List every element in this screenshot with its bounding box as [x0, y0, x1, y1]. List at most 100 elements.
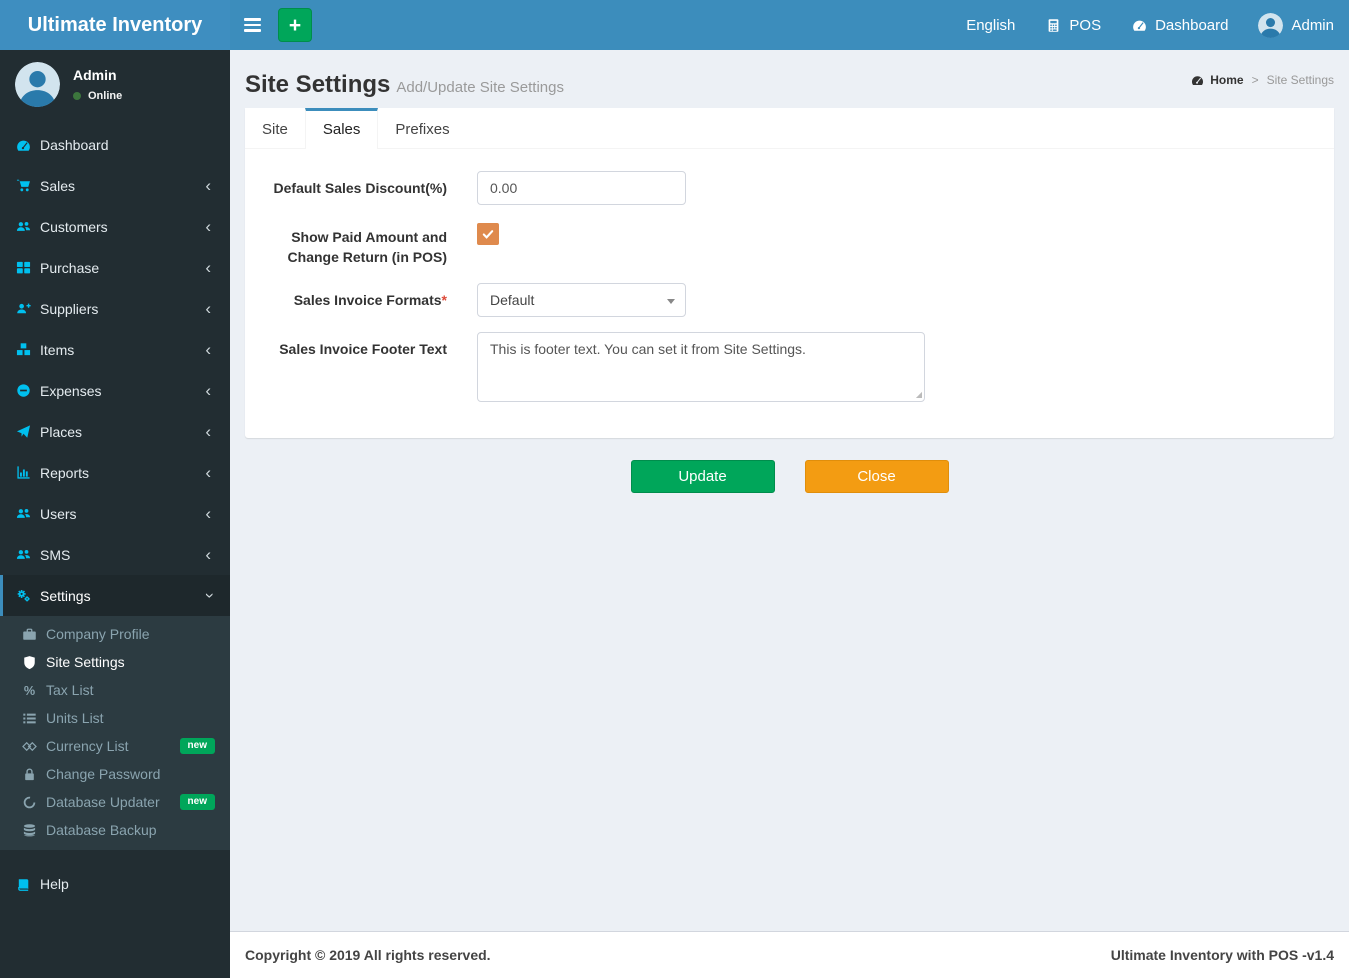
sales-tab-panel: Default Sales Discount(%) Show Paid Amou… [245, 149, 1334, 438]
sidebar-item-label: Users [40, 505, 77, 522]
navbar-item-admin[interactable]: Admin [1243, 0, 1349, 50]
sidebar-subitem-site-settings[interactable]: Site Settings [0, 648, 230, 676]
speedometer-icon [15, 138, 31, 153]
sidebar-item-label: Expenses [40, 382, 102, 399]
shield-icon [21, 655, 37, 670]
sidebar-item-settings[interactable]: Settings ‹ [0, 575, 230, 616]
tab-sales[interactable]: Sales [304, 108, 379, 149]
footer-text-label: Sales Invoice Footer Text [279, 340, 447, 357]
sidebar-item-items[interactable]: Items ‹ [0, 329, 230, 370]
navbar-item-dashboard[interactable]: Dashboard [1116, 0, 1243, 50]
content-header: Site Settings Add/Update Site Settings Ho… [230, 50, 1349, 100]
speedometer-icon [1131, 18, 1147, 33]
svg-text:%: % [23, 683, 34, 697]
database-icon [21, 823, 37, 838]
sidebar-subitem-label: Site Settings [46, 654, 125, 670]
sidebar-subitem-currency-list[interactable]: Currency List new [0, 732, 230, 760]
footer-text-textarea[interactable]: This is footer text. You can set it from… [477, 331, 925, 402]
breadcrumb-home-label: Home [1210, 73, 1244, 87]
sidebar-subitem-company-profile[interactable]: Company Profile [0, 620, 230, 648]
tab-site[interactable]: Site [245, 108, 305, 148]
sidebar-subitem-database-updater[interactable]: Database Updater new [0, 788, 230, 816]
sidebar-subitem-units-list[interactable]: Units List [0, 704, 230, 732]
sidebar-item-expenses[interactable]: Expenses ‹ [0, 370, 230, 411]
navbar: + English POS Dashboard Admin [230, 0, 1349, 50]
new-badge: new [179, 794, 215, 810]
sidebar-subitem-change-password[interactable]: Change Password [0, 760, 230, 788]
sidebar: Admin Online Dashboard Sales ‹ Customers ‹ Pu… [0, 50, 230, 978]
sidebar-toggle-button[interactable] [230, 0, 274, 50]
cubes-icon [15, 342, 31, 357]
paid-amount-checkbox[interactable] [477, 223, 499, 245]
sidebar-subitem-database-backup[interactable]: Database Backup [0, 816, 230, 844]
invoice-format-selected-value: Default [490, 291, 535, 308]
online-status-label: Online [88, 90, 123, 102]
users-icon [15, 547, 31, 562]
sidebar-item-help[interactable]: Help [0, 864, 230, 904]
invoice-format-select[interactable]: Default [477, 282, 686, 317]
new-badge: new [179, 738, 215, 754]
breadcrumb-separator: > [1251, 73, 1259, 87]
sidebar-item-users[interactable]: Users ‹ [0, 493, 230, 534]
form-row-paid-amount: Show Paid Amount and Change Return (in P… [245, 220, 1334, 268]
content-area: Site Settings Add/Update Site Settings Ho… [230, 50, 1349, 931]
user-panel: Admin Online [0, 50, 230, 117]
sidebar-item-label: SMS [40, 546, 71, 563]
copyright-text: Copyright © 2019 All rights reserved. [245, 947, 491, 963]
sidebar-item-customers[interactable]: Customers ‹ [0, 206, 230, 247]
version-text: Ultimate Inventory with POS -v1.4 [1110, 947, 1334, 963]
users-icon [15, 506, 31, 521]
navbar-item-label: English [966, 16, 1016, 34]
percent-icon: % [21, 683, 37, 698]
chevron-left-icon: ‹ [205, 422, 211, 441]
briefcase-icon [21, 627, 37, 642]
check-icon [481, 227, 495, 241]
send-icon [15, 424, 31, 439]
tab-bar: Site Sales Prefixes [245, 108, 1334, 149]
dashboard-icon [1189, 74, 1205, 87]
sidebar-item-sms[interactable]: SMS ‹ [0, 534, 230, 575]
breadcrumb-current: Site Settings [1266, 73, 1334, 87]
navbar-item-pos[interactable]: POS [1030, 0, 1116, 50]
navbar-item-english[interactable]: English [951, 0, 1030, 50]
user-avatar [15, 62, 60, 107]
sidebar-subitem-label: Database Backup [46, 822, 157, 838]
chevron-left-icon: ‹ [205, 176, 211, 195]
sidebar-item-dashboard[interactable]: Dashboard [0, 125, 230, 165]
navbar-item-label: Dashboard [1155, 16, 1229, 34]
sidebar-menu: Dashboard Sales ‹ Customers ‹ Purchase ‹ Suppli… [0, 125, 230, 904]
breadcrumb-home-link[interactable]: Home [1189, 73, 1244, 87]
tab-prefixes[interactable]: Prefixes [378, 108, 466, 148]
sidebar-subitem-tax-list[interactable]: % Tax List [0, 676, 230, 704]
chevron-left-icon: ‹ [205, 299, 211, 318]
chevron-left-icon: ‹ [205, 258, 211, 277]
chevron-down-icon: ‹ [198, 592, 218, 599]
update-button[interactable]: Update [630, 459, 775, 493]
quick-add-button[interactable]: + [278, 8, 312, 42]
invoice-format-label-text: Sales Invoice Formats [293, 291, 442, 308]
online-status-dot [73, 92, 81, 100]
app-title: Ultimate Inventory [27, 13, 203, 36]
chevron-left-icon: ‹ [205, 340, 211, 359]
sidebar-item-suppliers[interactable]: Suppliers ‹ [0, 288, 230, 329]
sidebar-item-label: Items [40, 341, 75, 358]
sidebar-item-purchase[interactable]: Purchase ‹ [0, 247, 230, 288]
breadcrumb: Home > Site Settings [1189, 73, 1334, 87]
chevron-left-icon: ‹ [205, 463, 211, 482]
close-button[interactable]: Close [804, 459, 949, 493]
sidebar-item-sales[interactable]: Sales ‹ [0, 165, 230, 206]
app-logo[interactable]: Ultimate Inventory [0, 0, 230, 50]
sidebar-item-places[interactable]: Places ‹ [0, 411, 230, 452]
user-name: Admin [73, 67, 117, 83]
chart-icon [15, 465, 31, 480]
navbar-item-label: Admin [1291, 16, 1334, 34]
sidebar-subitem-label: Change Password [46, 766, 161, 782]
sidebar-item-label: Dashboard [40, 137, 109, 153]
discount-input[interactable] [477, 171, 686, 205]
diamonds-icon [21, 739, 37, 754]
form-row-discount: Default Sales Discount(%) [245, 171, 1334, 205]
form-row-footer-text: Sales Invoice Footer Text This is footer… [245, 331, 1334, 402]
page-subtitle: Add/Update Site Settings [396, 79, 564, 96]
sidebar-item-reports[interactable]: Reports ‹ [0, 452, 230, 493]
sidebar-subitem-label: Tax List [46, 682, 94, 698]
